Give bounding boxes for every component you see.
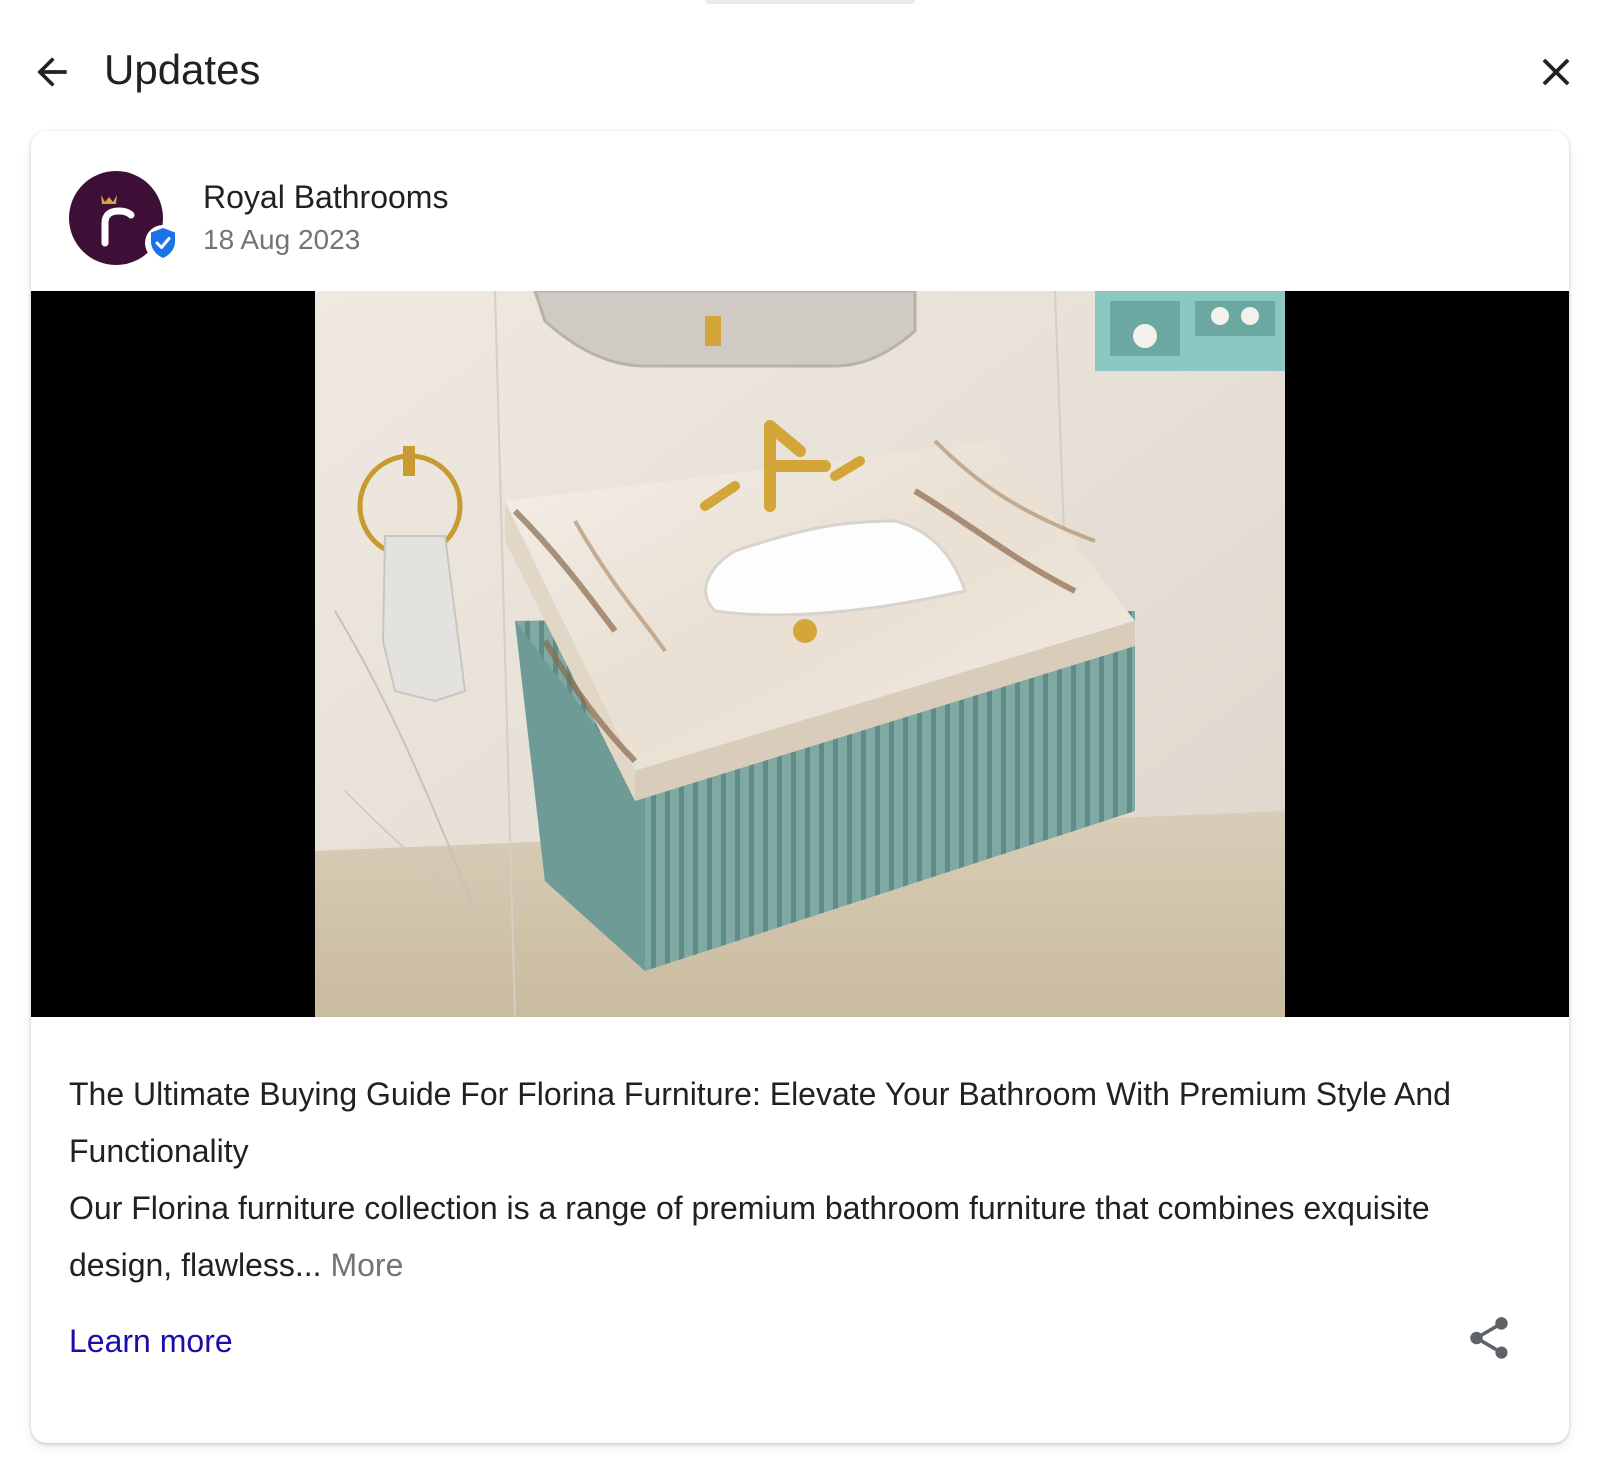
sheet-drag-handle[interactable]: [705, 0, 915, 4]
share-button[interactable]: [1457, 1306, 1521, 1370]
share-icon: [1470, 1317, 1508, 1359]
verified-badge-icon: [145, 225, 181, 261]
bathroom-vanity-photo: [315, 291, 1285, 1017]
post-title: The Ultimate Buying Guide For Florina Fu…: [69, 1076, 1451, 1169]
page-title: Updates: [104, 46, 261, 93]
arrow-back-icon: [37, 57, 67, 87]
close-icon: [1542, 58, 1570, 86]
close-button[interactable]: [1528, 44, 1584, 100]
post-date: 18 Aug 2023: [203, 224, 361, 255]
post-body: Our Florina furniture collection is a ra…: [69, 1180, 1539, 1294]
learn-more-link[interactable]: Learn more: [69, 1321, 233, 1361]
update-card: Royal Bathrooms 18 Aug 2023 The Ultimate…: [31, 131, 1569, 1443]
back-button[interactable]: [24, 44, 80, 100]
more-link[interactable]: More: [330, 1247, 403, 1283]
post-image[interactable]: [31, 291, 1569, 1017]
post-body-text: Our Florina furniture collection is a ra…: [69, 1190, 1430, 1283]
author-name[interactable]: Royal Bathrooms: [203, 177, 448, 217]
header: Updates: [0, 30, 1600, 110]
